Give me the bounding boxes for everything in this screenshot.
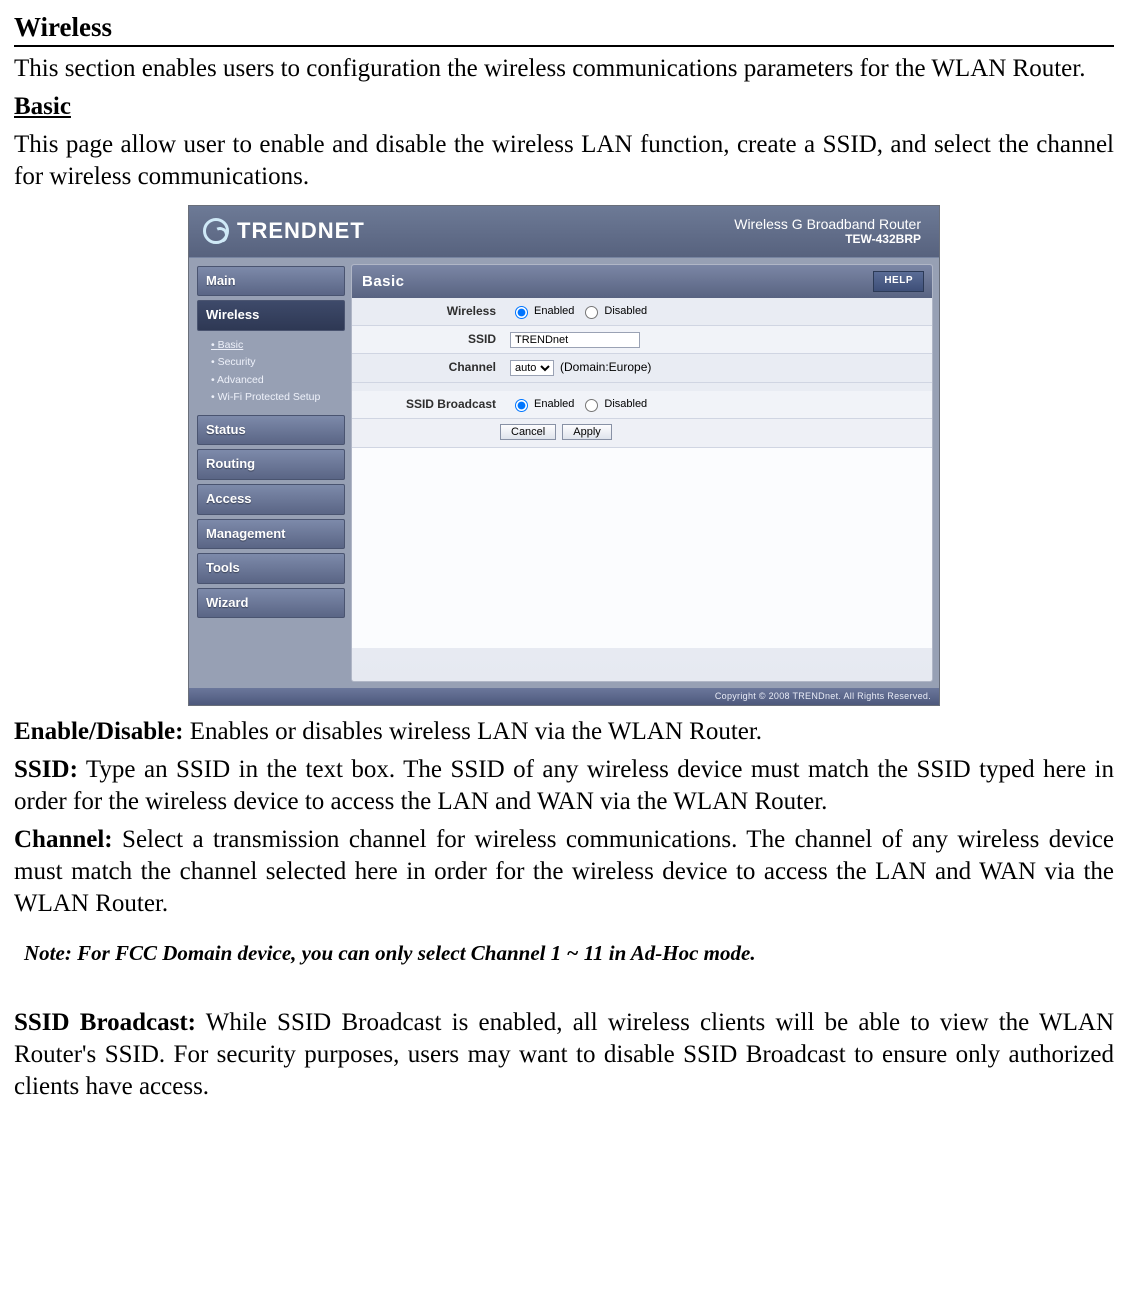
trendnet-logo-icon (203, 218, 229, 244)
nav-access[interactable]: Access (197, 484, 345, 515)
nav-tools[interactable]: Tools (197, 553, 345, 584)
nav-status[interactable]: Status (197, 415, 345, 446)
wireless-label: Wireless (352, 298, 504, 325)
nav-routing[interactable]: Routing (197, 449, 345, 480)
help-button[interactable]: HELP (873, 271, 924, 292)
cancel-button[interactable]: Cancel (500, 424, 556, 440)
ssid-broadcast-label: SSID Broadcast (352, 391, 504, 418)
nav-wizard[interactable]: Wizard (197, 588, 345, 619)
ssid-label: SSID (352, 326, 504, 353)
nav-sub-security[interactable]: Security (211, 354, 343, 371)
ssid-bcast-disabled-radio[interactable]: Disabled (580, 396, 647, 412)
channel-desc: Channel: Select a transmission channel f… (14, 824, 1114, 920)
intro-paragraph: This section enables users to configurat… (14, 53, 1114, 85)
product-title: Wireless G Broadband Router TEW-432BRP (734, 216, 921, 247)
nav-sub-advanced[interactable]: Advanced (211, 372, 343, 389)
wireless-disabled-radio[interactable]: Disabled (580, 303, 647, 319)
ssid-desc: SSID: Type an SSID in the text box. The … (14, 754, 1114, 818)
ssid-broadcast-desc: SSID Broadcast: While SSID Broadcast is … (14, 1007, 1114, 1103)
fcc-note: Note: For FCC Domain device, you can onl… (24, 940, 1114, 967)
nav-management[interactable]: Management (197, 519, 345, 550)
enable-disable-desc: Enable/Disable: Enables or disables wire… (14, 716, 1114, 748)
router-screenshot: TRENDNET Wireless G Broadband Router TEW… (188, 205, 940, 707)
wireless-enabled-radio[interactable]: Enabled (510, 303, 574, 319)
channel-select[interactable]: auto (510, 360, 554, 376)
brand-logo: TRENDNET (203, 217, 365, 245)
brand-name: TRENDNET (237, 217, 365, 245)
enable-disable-term: Enable/Disable: (14, 718, 183, 745)
section-title-basic: Basic (14, 91, 1114, 123)
nav-wireless-submenu: Basic Security Advanced Wi-Fi Protected … (197, 335, 345, 415)
sidebar-nav: Main Wireless Basic Security Advanced Wi… (189, 258, 351, 688)
settings-panel: Basic HELP Wireless Enabled Disabled SSI… (351, 264, 933, 682)
page-title: Wireless (14, 10, 1114, 47)
apply-button[interactable]: Apply (562, 424, 612, 440)
router-header: TRENDNET Wireless G Broadband Router TEW… (189, 206, 939, 258)
nav-sub-basic[interactable]: Basic (211, 337, 343, 354)
product-name: Wireless G Broadband Router (734, 216, 921, 233)
nav-sub-wps[interactable]: Wi-Fi Protected Setup (211, 389, 343, 406)
panel-empty-area (352, 448, 932, 648)
router-footer: Copyright © 2008 TRENDnet. All Rights Re… (189, 688, 939, 706)
channel-domain-text: (Domain:Europe) (560, 360, 651, 375)
product-model: TEW-432BRP (734, 232, 921, 246)
channel-label: Channel (352, 354, 504, 381)
ssid-broadcast-term: SSID Broadcast: (14, 1009, 196, 1036)
ssid-input[interactable] (510, 332, 640, 348)
ssid-bcast-enabled-radio[interactable]: Enabled (510, 396, 574, 412)
ssid-term: SSID: (14, 756, 78, 783)
nav-main[interactable]: Main (197, 266, 345, 297)
panel-title-text: Basic (362, 272, 405, 291)
channel-term: Channel: (14, 826, 113, 853)
nav-wireless[interactable]: Wireless (197, 300, 345, 331)
basic-intro-paragraph: This page allow user to enable and disab… (14, 129, 1114, 193)
